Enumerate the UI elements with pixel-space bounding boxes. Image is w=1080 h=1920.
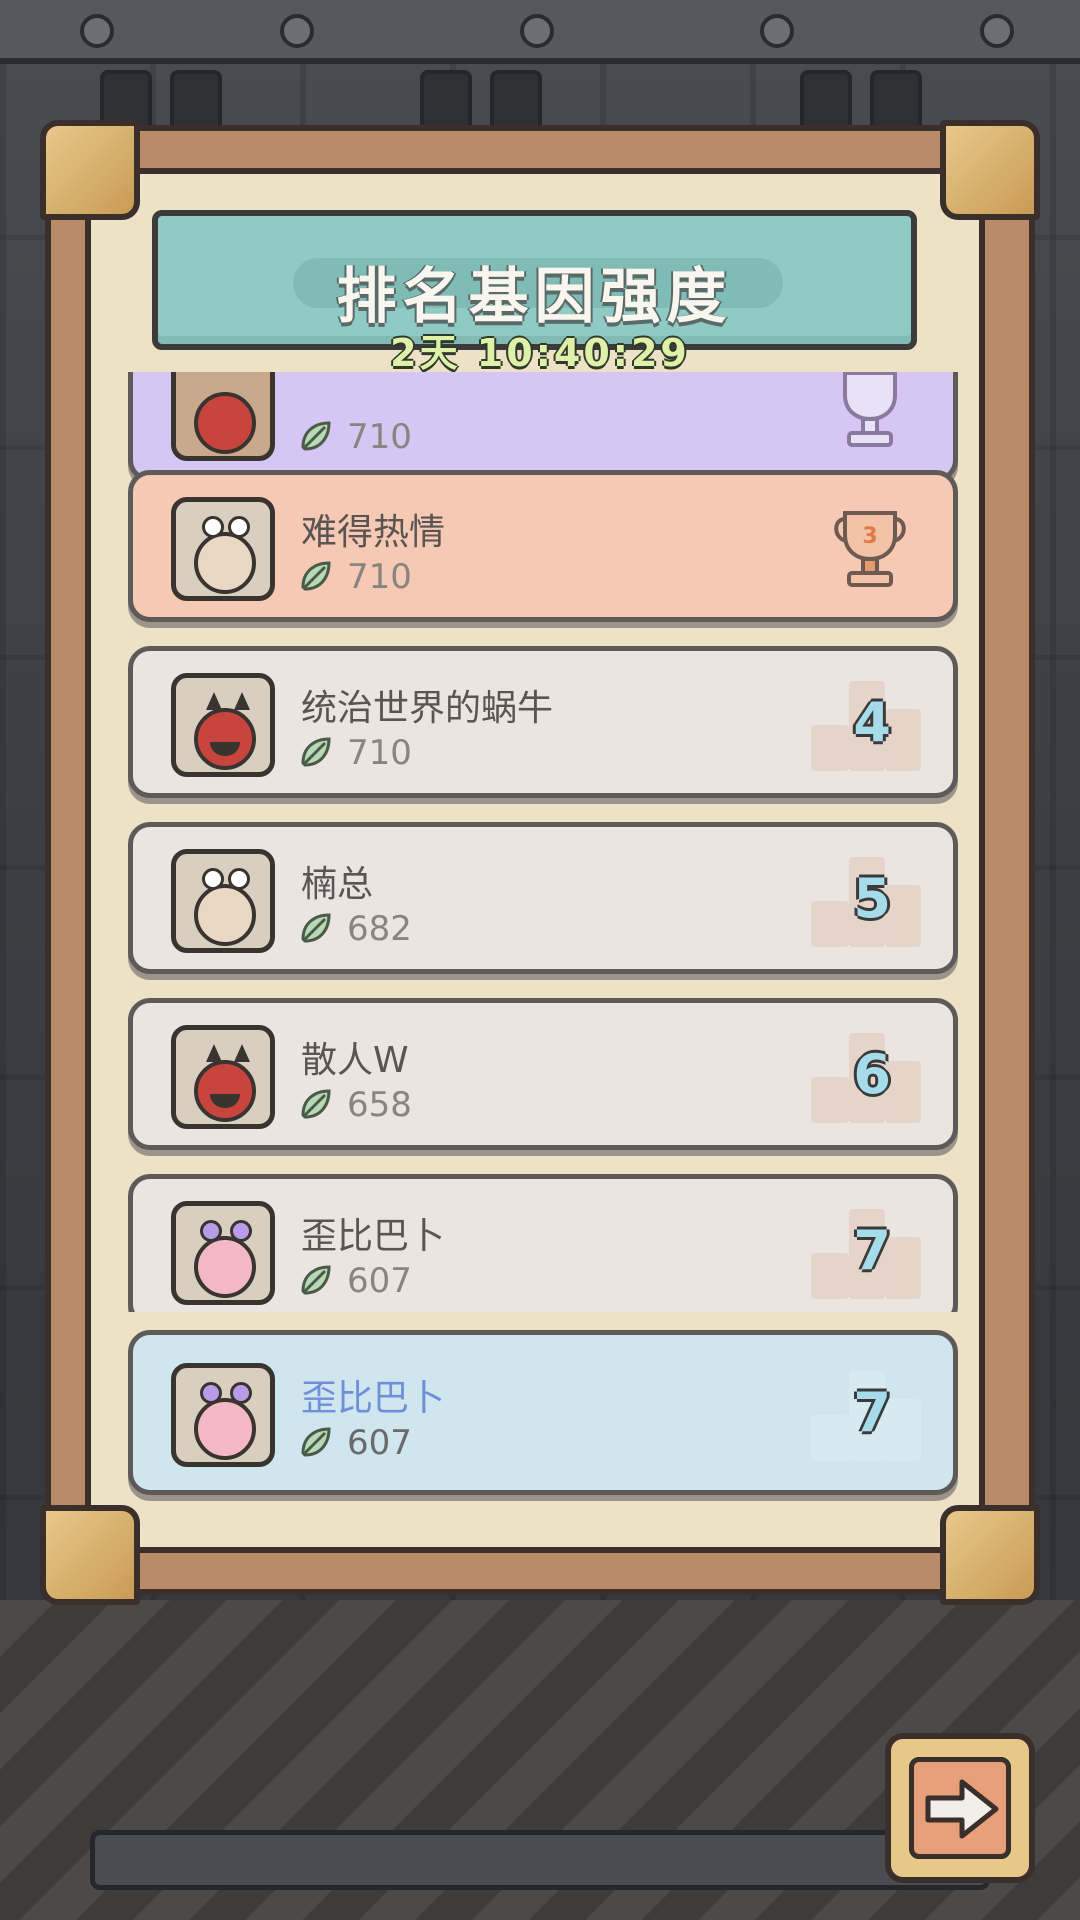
avatar-head [194, 1060, 256, 1122]
avatar-horn [206, 692, 222, 710]
avatar-eye [230, 1220, 252, 1242]
score-value: 710 [347, 417, 412, 457]
bolt-decoration [280, 14, 314, 48]
next-button[interactable] [885, 1733, 1035, 1883]
rank-number: 7 [853, 1219, 891, 1282]
bronze-trophy-icon: 3 [834, 511, 906, 587]
avatar [171, 1201, 275, 1305]
leaf-gene-icon [301, 421, 331, 451]
floor-rail [90, 1830, 990, 1890]
my-player-name: 歪比巴卜 [301, 1378, 446, 1419]
player-name: 散人W [301, 1040, 409, 1081]
score-value: 710 [347, 557, 412, 597]
avatar-eye [230, 1382, 252, 1404]
leaf-gene-icon [301, 737, 331, 767]
score-value: 607 [347, 1423, 412, 1463]
avatar-eye [202, 516, 224, 538]
arrow-right-icon [925, 1779, 999, 1839]
avatar-head [194, 708, 256, 770]
avatar [171, 372, 275, 461]
avatar-horn [234, 692, 250, 710]
silver-trophy-icon [843, 372, 897, 447]
rank-number: 6 [853, 1043, 891, 1106]
avatar-eye [200, 1220, 222, 1242]
score-value: 658 [347, 1085, 412, 1125]
avatar-head [194, 1236, 256, 1298]
corner-bracket [40, 1505, 140, 1605]
corner-bracket [40, 120, 140, 220]
avatar-head [194, 532, 256, 594]
rank-row-6[interactable]: 散人W 658 6 [128, 998, 958, 1150]
player-name: 统治世界的蜗牛 [301, 688, 554, 729]
bolt-decoration [760, 14, 794, 48]
leaf-gene-icon [301, 1427, 331, 1457]
rank-row-5[interactable]: 楠总 682 5 [128, 822, 958, 974]
bolt-decoration [80, 14, 114, 48]
avatar [171, 849, 275, 953]
score-value: 607 [347, 1261, 412, 1301]
avatar-horn [206, 1044, 222, 1062]
avatar-head [194, 884, 256, 946]
bolt-decoration [980, 14, 1014, 48]
score-value: 710 [347, 733, 412, 773]
avatar-eye [200, 1382, 222, 1404]
corner-bracket [940, 1505, 1040, 1605]
player-name: 楠总 [301, 864, 374, 905]
leaf-gene-icon [301, 913, 331, 943]
trophy-rank: 3 [862, 524, 877, 549]
avatar-eye [202, 868, 224, 890]
avatar [171, 497, 275, 601]
rank-row-2[interactable]: 710 [128, 372, 958, 482]
score-value: 682 [347, 909, 412, 949]
avatar-eye [228, 516, 250, 538]
avatar [171, 1025, 275, 1129]
leaf-gene-icon [301, 561, 331, 591]
my-rank-row[interactable]: 歪比巴卜 607 7 [128, 1330, 958, 1495]
player-name: 歪比巴卜 [301, 1216, 446, 1257]
leaf-gene-icon [301, 1089, 331, 1119]
corner-bracket [940, 120, 1040, 220]
countdown-timer: 2天 10:40:29 [390, 331, 690, 375]
rank-number: 4 [853, 691, 891, 754]
rank-row-4[interactable]: 统治世界的蜗牛 710 4 [128, 646, 958, 798]
bolt-decoration [520, 14, 554, 48]
rank-row-7[interactable]: 歪比巴卜 607 7 [128, 1174, 958, 1312]
next-button-face [909, 1757, 1011, 1859]
avatar-head [194, 392, 256, 454]
leaf-gene-icon [301, 1265, 331, 1295]
avatar-head [194, 1398, 256, 1460]
avatar [171, 1363, 275, 1467]
ranking-list[interactable]: 710 难得热情 710 3 统治世界的蜗牛 710 4 楠总 682 5 散人… [110, 372, 970, 1312]
avatar-horn [234, 1044, 250, 1062]
rank-number: 7 [853, 1381, 891, 1444]
rank-row-3[interactable]: 难得热情 710 3 [128, 470, 958, 622]
player-name: 难得热情 [301, 512, 446, 553]
rank-number: 5 [853, 867, 891, 930]
avatar [171, 673, 275, 777]
avatar-eye [228, 868, 250, 890]
